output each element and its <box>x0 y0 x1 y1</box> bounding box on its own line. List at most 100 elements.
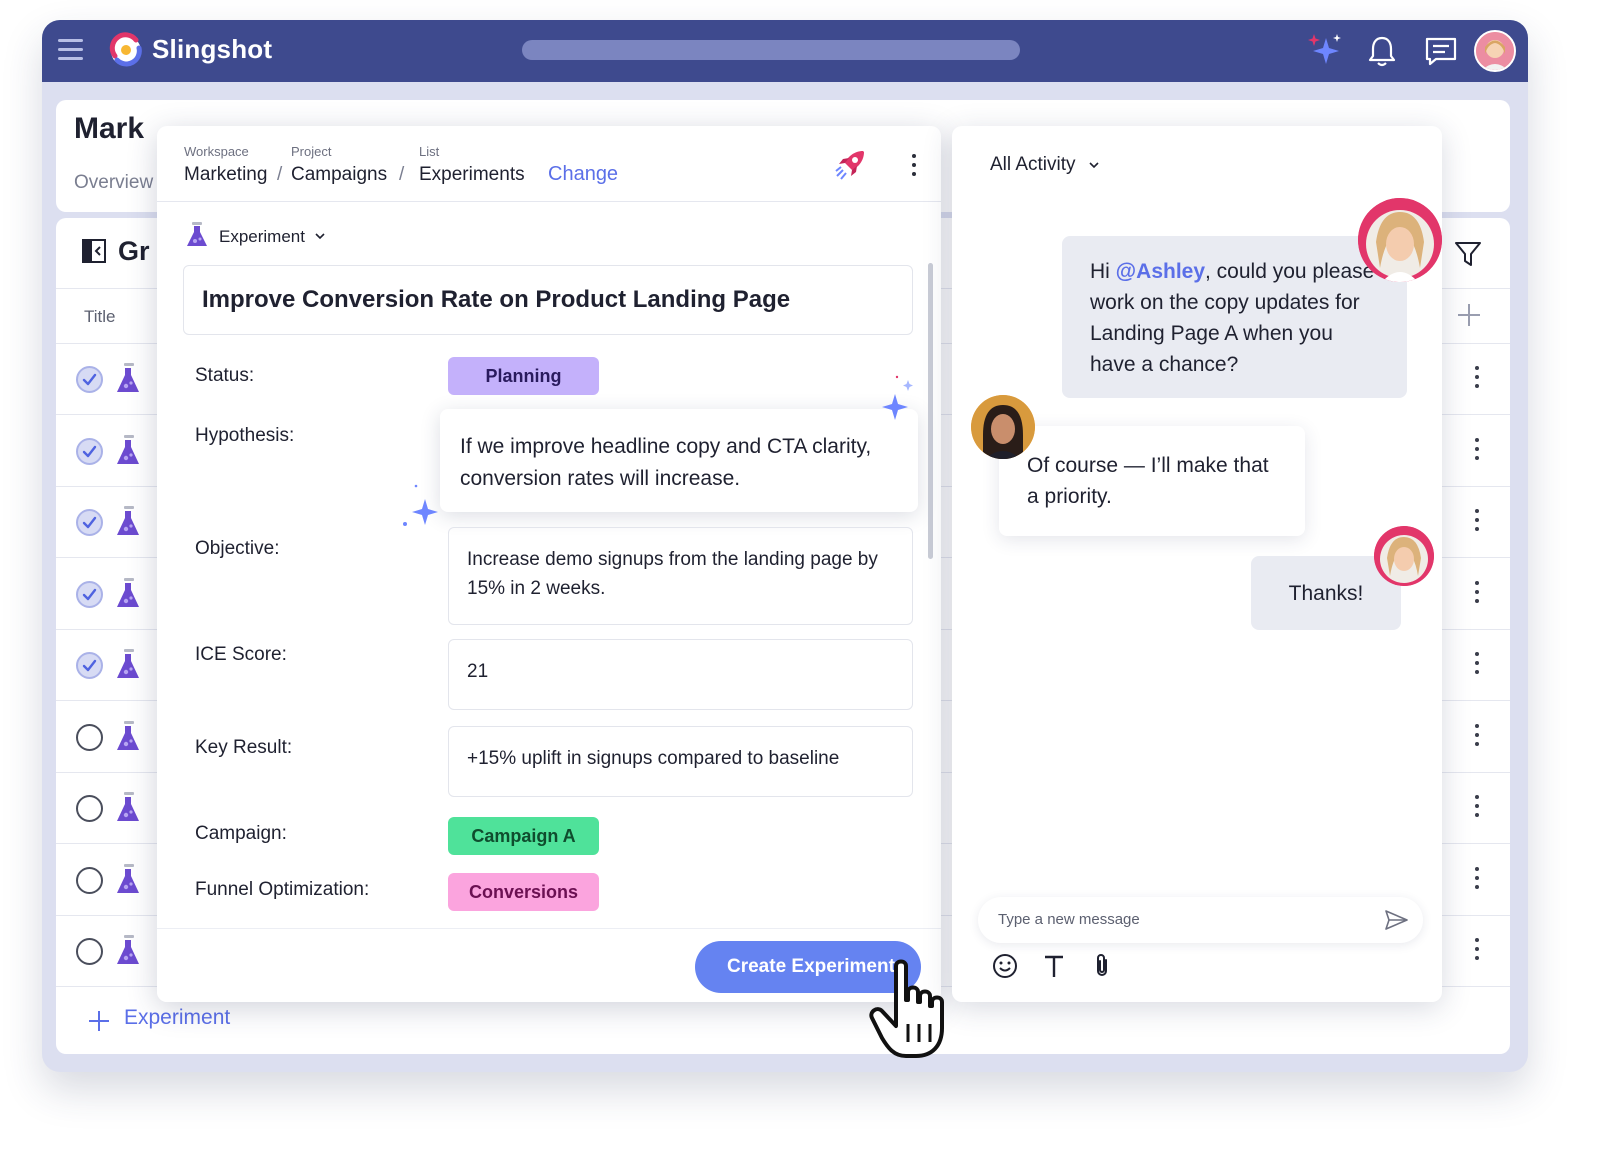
menu-icon[interactable] <box>58 39 83 61</box>
ai-sparkle-icon[interactable] <box>1304 32 1342 70</box>
experiment-flask-icon <box>187 222 207 246</box>
divider <box>157 201 941 202</box>
checkbox-checked-icon[interactable] <box>76 509 103 536</box>
message-bubble: Of course — I’ll make that a priority. <box>999 426 1305 536</box>
message-input[interactable]: Type a new message <box>978 897 1423 943</box>
key-result-field[interactable]: +15% uplift in signups compared to basel… <box>448 726 913 797</box>
experiment-flask-icon <box>117 863 139 893</box>
emoji-icon[interactable] <box>991 952 1019 980</box>
experiment-flask-icon <box>117 649 139 678</box>
checkbox-icon[interactable] <box>76 938 103 965</box>
chevron-down-icon[interactable] <box>1088 159 1100 171</box>
mention-link[interactable]: @Ashley <box>1116 260 1205 283</box>
add-column-icon[interactable] <box>1456 302 1482 328</box>
objective-label: Objective: <box>195 538 280 559</box>
tab-overview[interactable]: Overview <box>74 172 153 194</box>
chevron-down-icon[interactable] <box>314 230 326 242</box>
page-title: Mark <box>74 112 145 145</box>
breadcrumb-separator: / <box>399 164 405 185</box>
form-footer: Create Experiment <box>157 928 941 1002</box>
scrollbar[interactable] <box>928 263 933 559</box>
item-type-selector[interactable]: Experiment <box>219 227 305 247</box>
hypothesis-field[interactable]: If we improve headline copy and CTA clar… <box>440 409 918 512</box>
sparkle-icon <box>403 484 438 526</box>
search-bar[interactable] <box>522 40 1020 60</box>
slingshot-logo-icon[interactable] <box>108 32 144 68</box>
hypothesis-label: Hypothesis: <box>195 425 295 446</box>
checkbox-checked-icon[interactable] <box>76 437 103 465</box>
objective-field[interactable]: Increase demo signups from the landing p… <box>448 527 913 625</box>
breadcrumb-project-label: Project <box>291 144 332 159</box>
item-title: Improve Conversion Rate on Product Landi… <box>202 286 791 313</box>
title-field[interactable]: Improve Conversion Rate on Product Landi… <box>183 265 913 335</box>
hand-cursor-icon <box>869 959 944 1058</box>
key-result-label: Key Result: <box>195 737 293 758</box>
breadcrumb-project[interactable]: Campaigns <box>291 164 387 186</box>
funnel-label: Funnel Optimization: <box>195 879 370 900</box>
row-menu-icon[interactable] <box>1474 509 1480 535</box>
avatar[interactable] <box>1358 198 1442 282</box>
avatar[interactable] <box>971 395 1035 459</box>
message-text: Of course — I’ll make that a priority. <box>1027 454 1269 508</box>
sparkle-icon <box>882 375 913 420</box>
row-menu-icon[interactable] <box>1474 437 1480 464</box>
status-pill[interactable]: Planning <box>448 357 599 395</box>
experiment-flask-icon <box>117 434 139 464</box>
rocket-icon[interactable] <box>833 148 867 182</box>
campaign-label: Campaign: <box>195 823 287 844</box>
message-placeholder: Type a new message <box>998 911 1140 928</box>
row-menu-icon[interactable] <box>1474 938 1480 964</box>
funnel-pill[interactable]: Conversions <box>448 873 599 911</box>
breadcrumb-list[interactable]: Experiments <box>419 164 525 186</box>
experiment-flask-icon <box>117 577 139 607</box>
status-label: Status: <box>195 365 255 386</box>
breadcrumb-workspace[interactable]: Marketing <box>184 164 267 186</box>
message-text: Thanks! <box>1288 582 1364 605</box>
send-icon[interactable] <box>1383 907 1409 933</box>
activity-panel: All Activity Hi @Ashley, could you pleas… <box>952 126 1442 1002</box>
experiment-flask-icon <box>117 363 139 392</box>
row-menu-icon[interactable] <box>1474 866 1480 893</box>
checkbox-icon[interactable] <box>76 795 103 822</box>
experiment-flask-icon <box>117 792 139 821</box>
plus-icon[interactable] <box>88 1010 110 1032</box>
ice-score-label: ICE Score: <box>195 644 287 665</box>
avatar[interactable] <box>1474 30 1516 72</box>
add-experiment-button[interactable]: Experiment <box>124 1006 230 1030</box>
breadcrumb-separator: / <box>277 164 283 185</box>
bell-icon[interactable] <box>1363 32 1401 70</box>
text-format-icon[interactable] <box>1040 952 1068 980</box>
row-menu-icon[interactable] <box>1474 723 1480 750</box>
checkbox-checked-icon[interactable] <box>76 652 103 679</box>
campaign-pill[interactable]: Campaign A <box>448 817 599 855</box>
experiment-flask-icon <box>117 506 139 535</box>
chat-icon[interactable] <box>1422 32 1460 70</box>
checkbox-checked-icon[interactable] <box>76 366 103 393</box>
filter-icon[interactable] <box>1454 240 1482 268</box>
checkbox-icon[interactable] <box>76 723 103 751</box>
row-menu-icon[interactable] <box>1474 580 1480 607</box>
experiment-form: Workspace Marketing / Project Campaigns … <box>157 126 941 1002</box>
activity-filter[interactable]: All Activity <box>990 154 1076 176</box>
avatar[interactable] <box>1374 526 1434 586</box>
change-location-link[interactable]: Change <box>548 163 618 186</box>
brand-name: Slingshot <box>152 34 273 64</box>
experiment-flask-icon <box>117 935 139 964</box>
group-title: Gr <box>118 236 150 266</box>
attachment-icon[interactable] <box>1088 952 1116 980</box>
breadcrumb-workspace-label: Workspace <box>184 144 249 159</box>
ice-score-field[interactable]: 21 <box>448 639 913 710</box>
experiment-flask-icon <box>117 720 139 750</box>
top-bar: Slingshot <box>42 20 1528 82</box>
row-menu-icon[interactable] <box>1474 652 1480 678</box>
checkbox-checked-icon[interactable] <box>76 580 103 608</box>
message-text: Hi <box>1090 260 1116 283</box>
more-options-icon[interactable] <box>911 154 917 178</box>
checkbox-icon[interactable] <box>76 866 103 894</box>
row-menu-icon[interactable] <box>1474 366 1480 392</box>
message-bubble: Hi @Ashley, could you please work on the… <box>1062 236 1407 398</box>
collapse-panel-icon[interactable] <box>82 238 106 264</box>
column-title[interactable]: Title <box>84 307 116 327</box>
row-menu-icon[interactable] <box>1474 795 1480 821</box>
breadcrumb-list-label: List <box>419 144 440 159</box>
